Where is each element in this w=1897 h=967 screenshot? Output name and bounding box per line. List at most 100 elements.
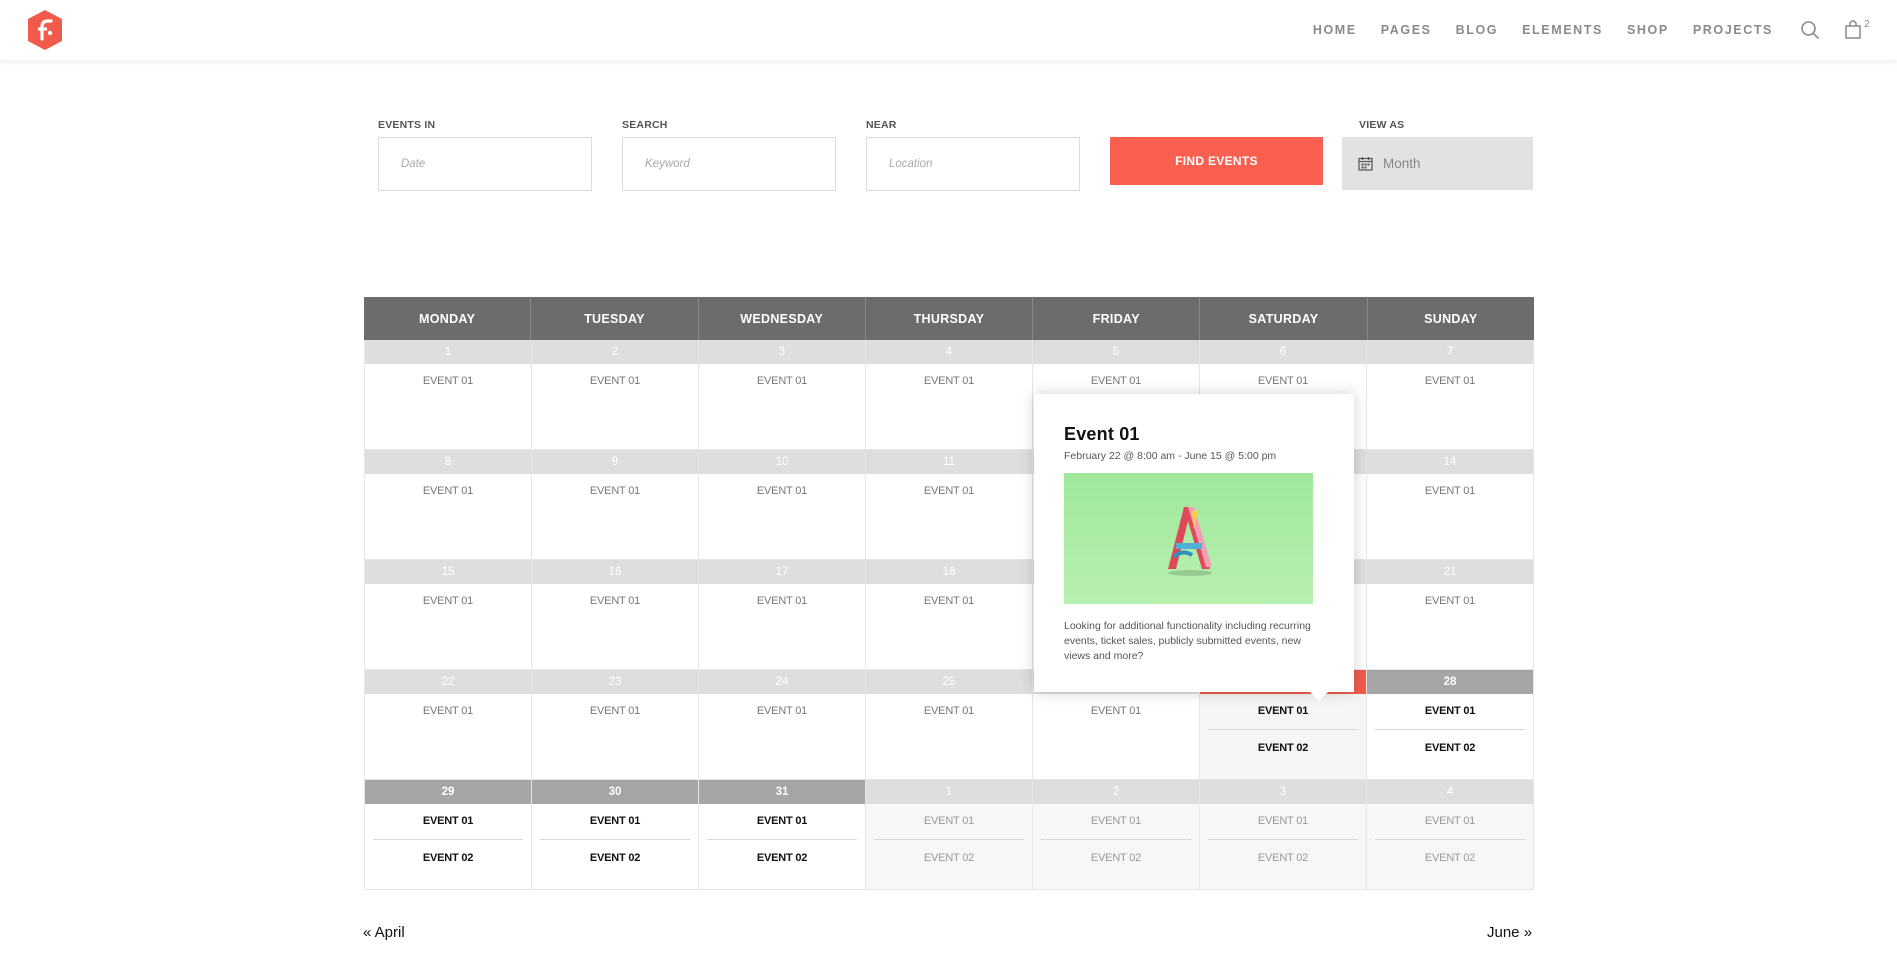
calendar-day-cell[interactable]: 18 EVENT 01 [866,560,1033,670]
event-link[interactable]: EVENT 01 [699,705,865,717]
event-link[interactable]: EVENT 01 [866,595,1032,607]
calendar-day-cell[interactable]: 2 EVENT 01 [532,340,699,450]
event-link[interactable]: EVENT 02 [1375,729,1525,754]
calendar-day-cell[interactable]: 3 EVENT 01 [699,340,866,450]
event-link[interactable]: EVENT 01 [532,375,698,387]
calendar-day-cell[interactable]: 21 EVENT 01 [1367,560,1534,670]
event-link[interactable]: EVENT 02 [1208,729,1358,754]
calendar-day-cell[interactable]: 31 EVENT 01 EVENT 02 [699,780,866,890]
event-link[interactable]: EVENT 01 [866,375,1032,387]
event-link[interactable]: EVENT 01 [532,595,698,607]
calendar-day-cell[interactable]: 28 EVENT 01 EVENT 02 [1367,670,1534,780]
event-link[interactable]: EVENT 01 [365,595,531,607]
event-link[interactable]: EVENT 01 [532,485,698,497]
location-field[interactable] [866,137,1080,191]
event-link[interactable]: EVENT 02 [707,839,857,864]
calendar-week: 8EVENT 019EVENT 0110EVENT 0111EVENT 0112… [364,450,1534,560]
calendar-day-cell[interactable]: 2 EVENT 01 EVENT 02 [1033,780,1200,890]
nav-item-blog[interactable]: BLOG [1456,23,1499,37]
calendar-day-cell[interactable]: 14 EVENT 01 [1367,450,1534,560]
calendar-day-cell[interactable]: 24 EVENT 01 [699,670,866,780]
calendar-day-cell[interactable]: 1 EVENT 01 EVENT 02 [866,780,1033,890]
event-link[interactable]: EVENT 01 [365,815,531,827]
calendar-day-cell[interactable]: 8 EVENT 01 [364,450,532,560]
calendar-icon [1358,157,1373,171]
logo-icon[interactable] [26,9,64,51]
calendar-day-cell[interactable]: 25 EVENT 01 [866,670,1033,780]
previous-month-link[interactable]: « April [363,924,405,941]
event-link[interactable]: EVENT 01 [532,705,698,717]
calendar-day-cell[interactable]: 16 EVENT 01 [532,560,699,670]
next-month-link[interactable]: June » [1487,924,1532,941]
event-image[interactable] [1064,473,1313,604]
event-link[interactable]: EVENT 02 [540,839,690,864]
calendar-day-cell[interactable]: 15 EVENT 01 [364,560,532,670]
day-number: 14 [1367,450,1533,474]
date-field[interactable] [378,137,592,191]
day-number: 31 [699,780,865,804]
calendar-day-cell[interactable]: 30 EVENT 01 EVENT 02 [532,780,699,890]
calendar-day-cell[interactable]: 7 EVENT 01 [1367,340,1534,450]
calendar-day-cell[interactable]: 11 EVENT 01 [866,450,1033,560]
main-nav: HOME PAGES BLOG ELEMENTS SHOP PROJECTS [1289,0,1773,60]
event-link[interactable]: EVENT 01 [1367,375,1533,387]
event-link[interactable]: EVENT 02 [1375,839,1525,864]
event-link[interactable]: EVENT 01 [699,375,865,387]
nav-item-pages[interactable]: PAGES [1381,23,1432,37]
nav-item-elements[interactable]: ELEMENTS [1522,23,1603,37]
calendar-day-cell[interactable]: 4 EVENT 01 [866,340,1033,450]
calendar-day-cell[interactable]: 9 EVENT 01 [532,450,699,560]
event-link[interactable]: EVENT 01 [699,815,865,827]
view-as-select[interactable]: Month [1342,137,1533,190]
event-link[interactable]: EVENT 02 [1041,839,1191,864]
tooltip-title[interactable]: Event 01 [1064,424,1324,445]
nav-item-home[interactable]: HOME [1313,23,1357,37]
keyword-field[interactable] [622,137,836,191]
calendar-day-cell[interactable]: 22 EVENT 01 [364,670,532,780]
event-link[interactable]: EVENT 01 [365,485,531,497]
event-link[interactable]: EVENT 01 [1200,705,1366,717]
event-link[interactable]: EVENT 01 [699,595,865,607]
calendar-day-cell[interactable]: 23 EVENT 01 [532,670,699,780]
day-number: 4 [866,340,1032,364]
near-label: NEAR [866,119,897,131]
calendar-day-cell[interactable]: 1 EVENT 01 [364,340,532,450]
event-link[interactable]: EVENT 01 [699,485,865,497]
event-link[interactable]: EVENT 01 [1367,595,1533,607]
day-number: 5 [1033,340,1199,364]
calendar-day-cell[interactable]: 29 EVENT 01 EVENT 02 [364,780,532,890]
event-link[interactable]: EVENT 01 [1200,375,1366,387]
nav-item-shop[interactable]: SHOP [1627,23,1669,37]
event-link[interactable]: EVENT 02 [1208,839,1358,864]
cart-count-badge: 2 [1864,19,1870,30]
day-number: 8 [365,450,531,474]
location-input[interactable] [889,158,1057,170]
calendar-day-cell[interactable]: 17 EVENT 01 [699,560,866,670]
event-link[interactable]: EVENT 01 [1200,815,1366,827]
event-link[interactable]: EVENT 01 [365,375,531,387]
event-link[interactable]: EVENT 01 [866,705,1032,717]
calendar-day-cell[interactable]: 10 EVENT 01 [699,450,866,560]
event-link[interactable]: EVENT 01 [532,815,698,827]
find-events-button[interactable]: FIND EVENTS [1110,137,1323,185]
event-link[interactable]: EVENT 01 [1033,705,1199,717]
event-link[interactable]: EVENT 01 [1033,375,1199,387]
search-icon[interactable] [1799,19,1821,41]
event-link[interactable]: EVENT 01 [365,705,531,717]
event-link[interactable]: EVENT 01 [1367,485,1533,497]
calendar-day-cell[interactable]: 4 EVENT 01 EVENT 02 [1367,780,1534,890]
calendar-day-cell[interactable]: 3 EVENT 01 EVENT 02 [1200,780,1367,890]
event-link[interactable]: EVENT 01 [1367,815,1533,827]
event-link[interactable]: EVENT 01 [1367,705,1533,717]
keyword-input[interactable] [645,158,813,170]
event-link[interactable]: EVENT 01 [866,485,1032,497]
date-input[interactable] [401,158,569,170]
shopping-bag-icon[interactable] [1843,18,1865,40]
event-link[interactable]: EVENT 01 [866,815,1032,827]
event-link[interactable]: EVENT 02 [373,839,523,864]
calendar-week: 15 EVENT 01 16 EVENT 01 17 EVENT 01 18 EVENT 01… [364,560,1534,670]
nav-item-projects[interactable]: PROJECTS [1693,23,1773,37]
event-link[interactable]: EVENT 02 [874,839,1024,864]
day-number: 6 [1200,340,1366,364]
event-link[interactable]: EVENT 01 [1033,815,1199,827]
